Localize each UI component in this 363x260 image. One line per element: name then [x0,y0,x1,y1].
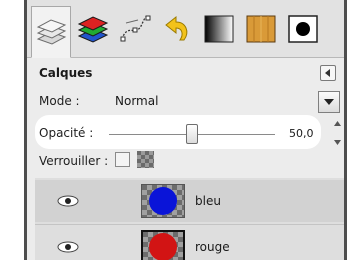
chevron-down-icon [324,99,334,105]
layer-thumbnail[interactable] [141,230,185,260]
tab-layers[interactable] [31,6,71,58]
red-dot [149,233,177,260]
mode-dropdown-button[interactable] [318,91,340,113]
layer-list: bleu rouge [35,178,344,260]
undo-history-tab-icon [165,15,188,41]
gradients-tab-icon [204,15,234,43]
layer-row-rouge[interactable]: rouge [35,226,344,260]
layer-divider [35,224,344,225]
opacity-slider-thumb[interactable] [186,124,198,144]
spin-up-icon[interactable] [333,121,341,126]
dialog-menu-button[interactable] [320,65,336,81]
gimp-window: Calques Mode : Normal Opacité : 50,0 Ver… [0,0,363,260]
tab-patterns[interactable] [241,6,281,52]
blue-dot [149,187,177,215]
tab-gradients[interactable] [199,6,239,52]
patterns-tab-icon [246,15,276,43]
lock-label: Verrouiller : [39,154,109,168]
opacity-label: Opacité : [39,126,94,140]
opacity-value[interactable]: 50,0 [289,127,314,140]
dialog-title: Calques [39,66,93,80]
layers-tab-icon [36,19,67,45]
mode-select-value[interactable]: Normal [115,94,158,108]
paths-tab-icon [120,15,151,42]
eye-visibility-icon[interactable] [57,241,79,253]
dock-tab-bar [27,0,344,58]
layer-name[interactable]: rouge [195,240,230,254]
tab-paths[interactable] [115,6,155,52]
spin-down-icon[interactable] [333,140,341,145]
lock-alpha-icon[interactable] [137,151,154,168]
tab-brushes[interactable] [283,6,323,52]
layers-dialog: Calques Mode : Normal Opacité : 50,0 Ver… [27,58,344,260]
eye-visibility-icon[interactable] [57,195,79,207]
lock-pixels-checkbox[interactable] [115,152,130,167]
brushes-tab-icon [288,15,318,43]
layer-name[interactable]: bleu [195,194,221,208]
triangle-left-icon [325,69,330,77]
layer-row-bleu[interactable]: bleu [35,180,344,222]
layer-thumbnail[interactable] [141,184,185,218]
dock-panel: Calques Mode : Normal Opacité : 50,0 Ver… [24,0,347,260]
tab-undo-history[interactable] [157,6,197,52]
opacity-spin-buttons[interactable] [333,121,341,145]
channels-tab-icon [77,16,109,43]
mode-label: Mode : [39,94,80,108]
tab-channels[interactable] [73,6,113,52]
